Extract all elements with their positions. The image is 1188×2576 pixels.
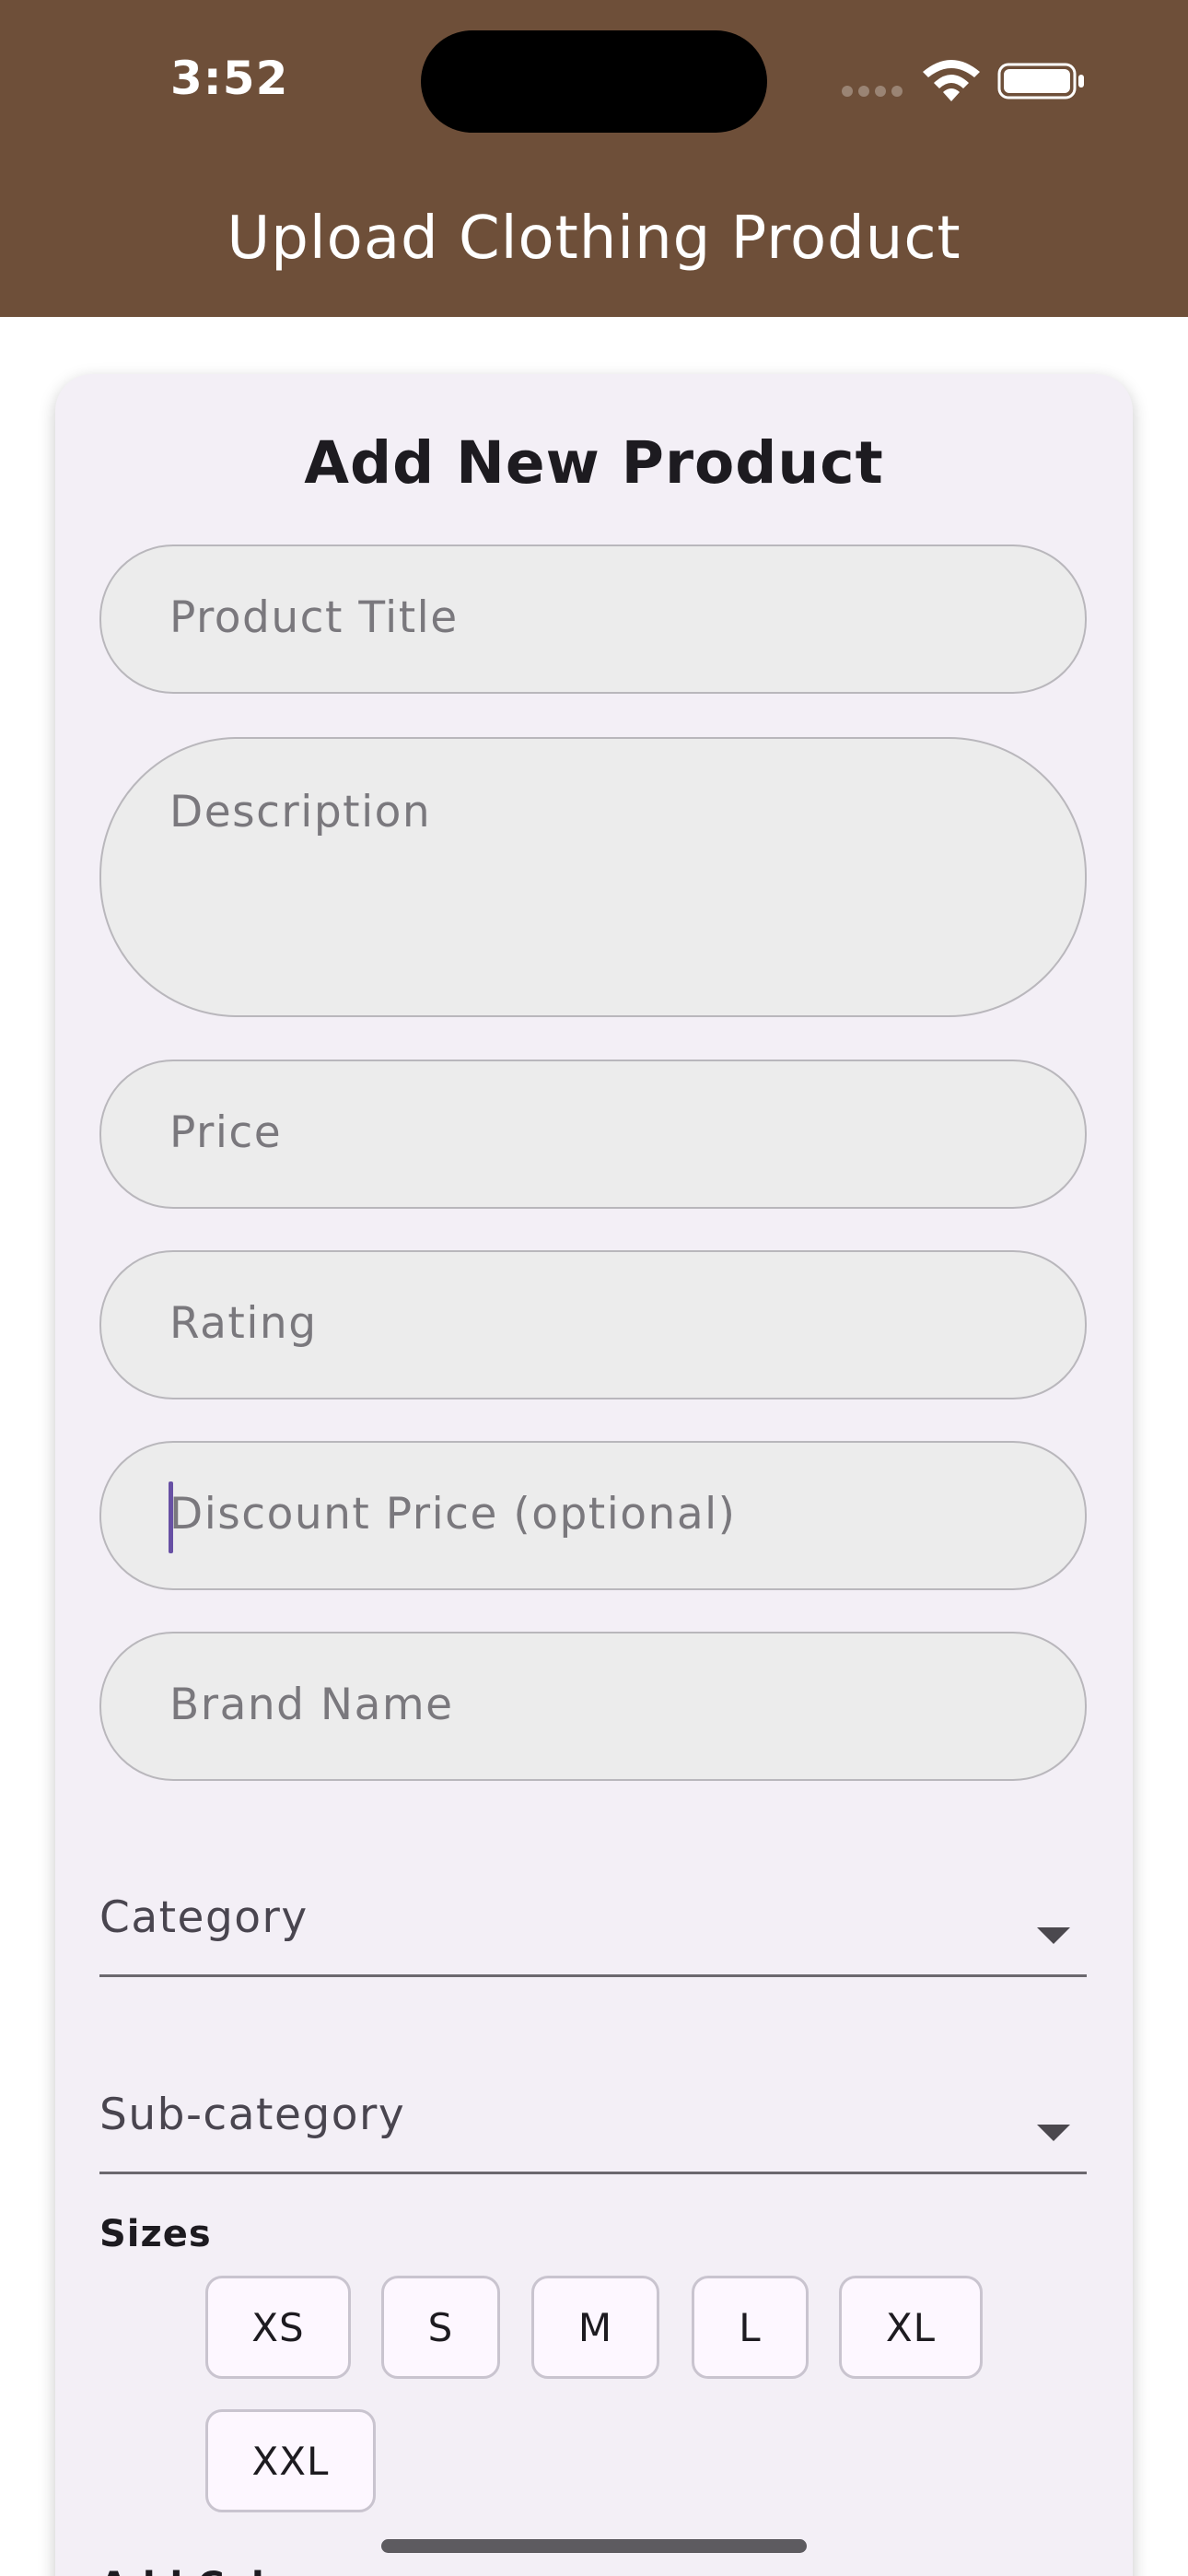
size-chip-l[interactable]: L <box>692 2276 809 2379</box>
price-field[interactable]: Price <box>99 1060 1087 1209</box>
cellular-signal-icon <box>842 86 903 97</box>
product-title-placeholder: Product Title <box>169 592 459 643</box>
home-indicator[interactable] <box>381 2539 807 2553</box>
status-time: 3:52 <box>170 52 289 105</box>
form-heading: Add New Product <box>304 429 884 497</box>
product-form-card: Add New Product Product Title Descriptio… <box>55 374 1133 2576</box>
size-chip-xs[interactable]: XS <box>205 2276 351 2379</box>
caret-down-icon <box>1037 2125 1070 2141</box>
sizes-label: Sizes <box>99 2213 212 2255</box>
size-chip-m[interactable]: M <box>531 2276 659 2379</box>
battery-icon <box>997 63 1084 100</box>
rating-placeholder: Rating <box>169 1298 318 1349</box>
description-field[interactable]: Description <box>99 737 1087 1017</box>
subcategory-label: Sub-category <box>99 2090 406 2140</box>
brand-name-placeholder: Brand Name <box>169 1680 454 1730</box>
size-chip-xl[interactable]: XL <box>839 2276 983 2379</box>
category-dropdown[interactable]: Category <box>99 1839 1087 1977</box>
discount-price-field[interactable]: Discount Price (optional) <box>99 1441 1087 1590</box>
size-chip-xxl[interactable]: XXL <box>205 2409 376 2512</box>
product-title-field[interactable]: Product Title <box>99 544 1087 694</box>
price-placeholder: Price <box>169 1107 283 1158</box>
brand-name-field[interactable]: Brand Name <box>99 1632 1087 1781</box>
description-placeholder: Description <box>169 787 432 837</box>
dynamic-island <box>421 30 767 133</box>
app-bar: 3:52 Upload Clothing Product <box>0 0 1188 317</box>
discount-price-placeholder: Discount Price (optional) <box>169 1489 737 1540</box>
rating-field[interactable]: Rating <box>99 1250 1087 1399</box>
caret-down-icon <box>1037 1927 1070 1944</box>
screen: 3:52 Upload Clothing Product Add New Pro… <box>0 0 1188 2576</box>
category-label: Category <box>99 1892 309 1943</box>
app-title: Upload Clothing Product <box>227 205 961 273</box>
size-chip-s[interactable]: S <box>381 2276 500 2379</box>
add-colors-label: Add Colors <box>99 2565 333 2576</box>
subcategory-dropdown[interactable]: Sub-category <box>99 2036 1087 2174</box>
wifi-icon <box>923 60 980 101</box>
